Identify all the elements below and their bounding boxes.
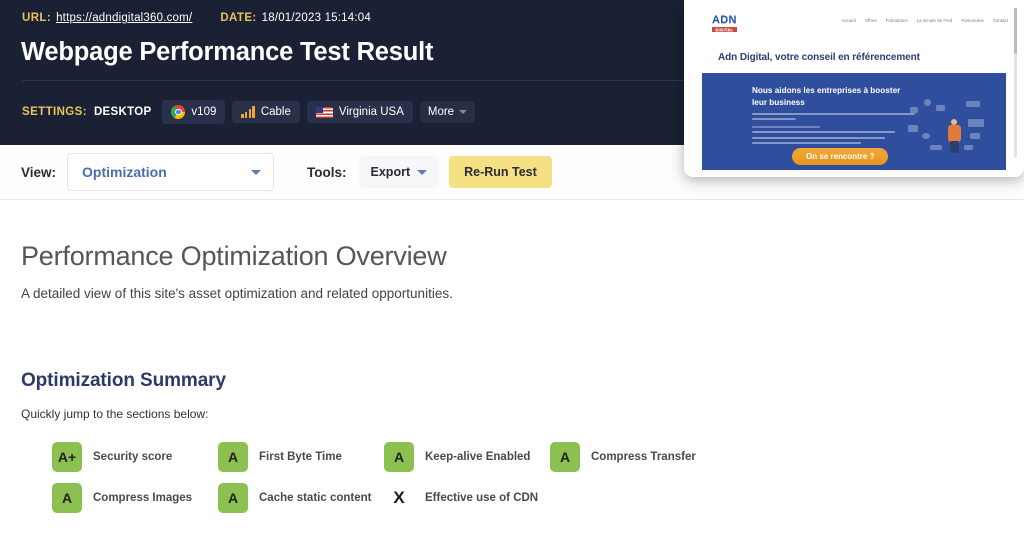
rerun-label: Re-Run Test [464, 165, 537, 179]
rerun-test-button[interactable]: Re-Run Test [449, 156, 552, 188]
settings-chip-location[interactable]: Virginia USA [306, 101, 413, 123]
grade-item-security-score[interactable]: A+ Security score [52, 442, 218, 472]
page-title: Webpage Performance Test Result [21, 38, 434, 66]
settings-chip-connection[interactable]: Cable [232, 101, 300, 123]
connection-label: Cable [260, 106, 291, 118]
thumbnail-scrollbar[interactable] [1014, 8, 1017, 158]
nav-item: Accueil [841, 18, 856, 23]
adn-logo: ADN DIGITAL [712, 14, 737, 32]
adn-logo-text: ADN [712, 14, 737, 26]
summary-subtitle: Quickly jump to the sections below: [21, 407, 209, 421]
grade-badge: A [384, 442, 414, 472]
url-group: URL: https://adndigital360.com/ [22, 12, 192, 24]
optimization-grade-list: A+ Security score A First Byte Time A Ke… [52, 442, 832, 524]
overview-subtitle: A detailed view of this site's asset opt… [21, 286, 453, 301]
summary-title: Optimization Summary [21, 370, 226, 391]
grade-label: First Byte Time [259, 451, 342, 463]
view-label: View: [21, 164, 57, 180]
grade-label: Cache static content [259, 492, 372, 504]
overview-title: Performance Optimization Overview [21, 241, 447, 271]
view-select-value: Optimization [82, 164, 167, 180]
date-group: DATE: 18/01/2023 15:14:04 [220, 12, 371, 24]
settings-row: SETTINGS: DESKTOP v109 Cable Virginia US… [22, 100, 476, 124]
grade-badge: A [550, 442, 580, 472]
chevron-down-icon [417, 169, 428, 175]
settings-label: SETTINGS: [22, 106, 87, 118]
grade-item-compress-transfer[interactable]: A Compress Transfer [550, 442, 696, 472]
us-flag-icon [315, 106, 333, 118]
grade-item-cache-static-content[interactable]: A Cache static content [218, 483, 384, 513]
grade-label: Security score [93, 451, 173, 463]
settings-chip-browser[interactable]: v109 [162, 100, 226, 124]
tested-url-link[interactable]: https://adndigital360.com/ [56, 12, 192, 24]
nav-item: La minute de Fred [916, 18, 953, 23]
view-select[interactable]: Optimization [67, 153, 275, 191]
url-label: URL: [22, 12, 52, 24]
nav-item: Partenaires [961, 18, 984, 23]
location-label: Virginia USA [338, 106, 404, 118]
more-label: More [427, 106, 455, 118]
date-value: 18/01/2023 15:14:04 [261, 12, 371, 24]
report-meta: URL: https://adndigital360.com/ DATE: 18… [22, 12, 371, 24]
nav-item: Formations [885, 18, 908, 23]
nav-item: Contact [992, 18, 1008, 23]
grade-badge-fail: X [393, 488, 405, 507]
site-thumbnail-preview: ADN DIGITAL Accueil Offres Formations La… [690, 6, 1018, 170]
thumbnail-hero-title: Nous aidons les entreprises à booster le… [752, 86, 901, 107]
thumbnail-cta-button: On se rencontre ? [792, 148, 889, 165]
grade-badge: A [218, 483, 248, 513]
grade-badge: A [218, 442, 248, 472]
date-label: DATE: [220, 12, 257, 24]
chrome-icon [171, 105, 186, 119]
grade-item-first-byte-time[interactable]: A First Byte Time [218, 442, 384, 472]
thumbnail-nav-items: Accueil Offres Formations La minute de F… [842, 18, 1008, 23]
thumbnail-hero: Nous aidons les entreprises à booster le… [702, 73, 1006, 170]
nav-item: Offres [864, 18, 877, 23]
adn-logo-subtext: DIGITAL [712, 27, 737, 32]
settings-chip-more[interactable]: More [419, 101, 476, 123]
signal-bars-icon [241, 106, 255, 118]
performance-report-page: URL: https://adndigital360.com/ DATE: 18… [0, 0, 1024, 539]
thumbnail-illustration [908, 99, 992, 157]
export-button[interactable]: Export [358, 156, 440, 188]
grade-badge: A [52, 483, 82, 513]
grade-label: Keep-alive Enabled [425, 451, 531, 463]
chevron-down-icon [459, 110, 468, 114]
grade-item-effective-use-of-cdn[interactable]: X Effective use of CDN [384, 483, 538, 513]
chevron-down-icon [251, 169, 262, 175]
site-thumbnail-card[interactable]: ADN DIGITAL Accueil Offres Formations La… [684, 0, 1024, 177]
thumbnail-body-text [752, 113, 922, 147]
grade-label: Compress Images [93, 492, 193, 504]
grade-item-compress-images[interactable]: A Compress Images [52, 483, 218, 513]
grade-row: A Compress Images A Cache static content… [52, 483, 832, 513]
thumbnail-heading: Adn Digital, votre conseil en référencem… [718, 52, 920, 63]
thumbnail-navbar: ADN DIGITAL Accueil Offres Formations La… [690, 6, 1018, 42]
tools-label: Tools: [307, 164, 347, 180]
grade-label: Compress Transfer [591, 451, 696, 463]
grade-item-keep-alive-enabled[interactable]: A Keep-alive Enabled [384, 442, 550, 472]
settings-device: DESKTOP [93, 106, 152, 118]
thumbnail-person-figure [948, 119, 961, 153]
grade-label: Effective use of CDN [425, 492, 539, 504]
grade-badge: A+ [52, 442, 82, 472]
browser-version-label: v109 [191, 106, 217, 118]
grade-row: A+ Security score A First Byte Time A Ke… [52, 442, 832, 472]
export-label: Export [370, 165, 411, 179]
